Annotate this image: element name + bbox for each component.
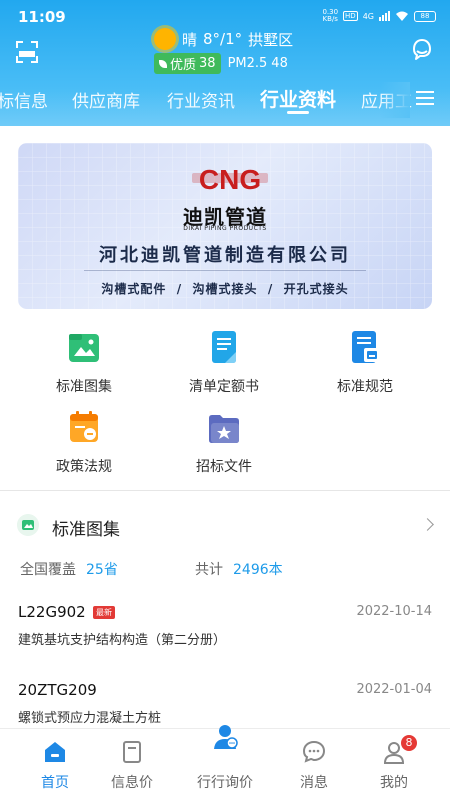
company-name: 河北迪凯管道制造有限公司 [99,245,351,266]
pm-value: 48 [271,56,288,71]
tab-bid-info[interactable]: 标信息 [0,87,48,112]
doc-title: 建筑基坑支护结构构造（第二分册） [18,633,227,648]
grid-item-standard-atlas[interactable]: 标准图集 [24,330,144,396]
net-speed: 0.30 KB/s [322,8,339,23]
signal-icon [379,11,390,21]
document-icon [212,331,236,363]
company-logo: CNG [192,164,268,195]
grid-item-quota-books[interactable]: 清单定额书 [164,330,284,396]
weather-temperature: 8°/1° [203,30,243,48]
section-title: 标准图集 [52,520,120,540]
tab-industry-news[interactable]: 行业资讯 [167,87,235,112]
star-folder-icon [209,415,239,443]
book-icon [123,741,141,763]
grid-item-standard-spec[interactable]: 标准规范 [305,330,425,396]
service-agent-icon [214,725,238,749]
image-folder-icon [17,514,39,536]
active-tab-indicator [287,111,309,114]
home-icon [45,742,65,762]
wifi-icon [396,11,408,21]
network-type: 4G [362,11,374,21]
svg-text:CNG: CNG [199,164,261,195]
doc-title: 螺锁式预应力混凝土方桩 [18,711,162,726]
notification-badge: 8 [401,735,417,751]
promo-banner[interactable]: CNG 迪凯管道 DIKAI PIPING PRODUCTS 河北迪凯管道制造有… [18,143,432,309]
image-folder-icon [69,334,99,362]
weather-location: 拱墅区 [248,30,294,49]
grid-item-policies[interactable]: 政策法规 [24,410,144,476]
category-tabs: 标信息 供应商库 行业资讯 行业资料 应用工 [0,82,450,118]
banner-tagline: 沟槽式配件 / 沟槽式接头 / 开孔式接头 [101,282,349,296]
sun-icon [154,28,176,50]
battery-icon: 88 [414,10,436,22]
app-header: 11:09 0.30 KB/s HD 4G 88 晴 8°/1° 拱墅区 优质 [0,0,450,126]
total-stat: 共计 2496本 [195,562,283,578]
document-list-item[interactable]: L22G902 最新 2022-10-14 建筑基坑支护结构构造（第二分册） [18,603,432,653]
weather-condition: 晴 [182,30,198,49]
bottom-nav: 首页 信息价 行行询价 消息 8 我的 [0,725,450,800]
policy-calendar-icon [70,411,98,442]
brand-name-en: DIKAI PIPING PRODUCTS [183,225,267,232]
pm-label: PM2.5 [227,56,268,71]
scan-icon[interactable] [16,41,38,63]
weather-widget[interactable]: 晴 8°/1° 拱墅区 优质 38 PM2.5 48 [150,26,310,76]
status-time: 11:09 [18,8,66,26]
new-badge: 最新 [93,606,115,619]
tab-suppliers[interactable]: 供应商库 [72,87,140,112]
customer-service-icon[interactable] [410,38,434,64]
status-bar: 11:09 0.30 KB/s HD 4G 88 [0,0,450,28]
nav-profile[interactable]: 8 我的 [349,729,439,800]
leaf-icon [159,59,167,68]
doc-date: 2022-10-14 [356,604,432,619]
coverage-stat: 全国覆盖 25省 [20,562,118,578]
specification-icon [352,331,380,363]
message-icon [302,740,326,763]
doc-code: 20ZTG209 [18,681,97,699]
status-icons: 0.30 KB/s HD 4G 88 [322,9,436,23]
nav-price-info[interactable]: 信息价 [87,729,177,800]
menu-icon[interactable] [416,91,434,105]
nav-inquiry[interactable]: 行行询价 [180,725,270,800]
tab-industry-materials[interactable]: 行业资料 [260,85,336,112]
nav-messages[interactable]: 消息 [269,729,359,800]
hd-icon: HD [343,11,358,21]
aqi-badge: 优质 38 [154,53,221,74]
doc-date: 2022-01-04 [356,682,432,697]
grid-item-bid-documents[interactable]: 招标文件 [164,410,284,476]
chevron-right-icon [421,518,434,531]
doc-code: L22G902 [18,603,86,621]
